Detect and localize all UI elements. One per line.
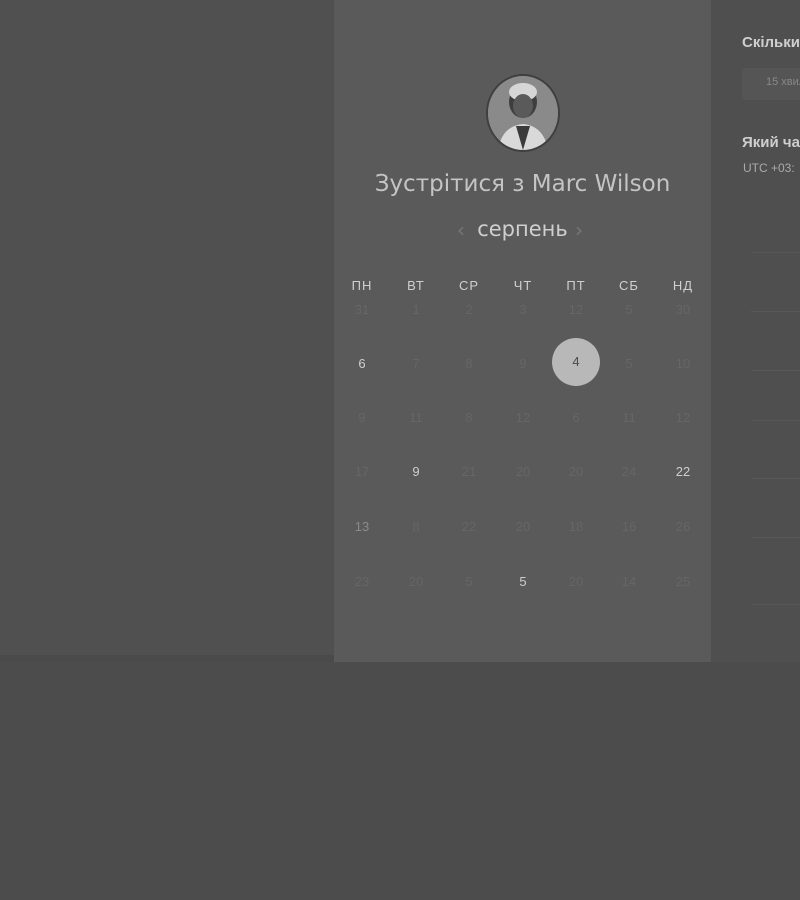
calendar-day[interactable]: 9 [500, 341, 546, 387]
calendar-day[interactable]: 8 [446, 395, 492, 441]
calendar-day-selected[interactable]: 4 [552, 338, 600, 386]
time-slot-divider [751, 537, 800, 538]
time-heading: Який ча [742, 134, 800, 151]
calendar-day[interactable]: 8 [446, 341, 492, 387]
avatar-portrait-icon [488, 76, 558, 150]
time-selection-panel: Скільки 15 хвил Який ча UTC +03: [711, 0, 800, 662]
calendar-day[interactable]: 20 [553, 449, 599, 495]
calendar-day[interactable]: 22 [660, 449, 706, 495]
calendar-day[interactable]: 6 [553, 395, 599, 441]
calendar-panel: Зустрітися з Marc Wilson ‹ серпень › ПН … [334, 0, 711, 662]
time-slot-divider [751, 252, 800, 253]
duration-option-button[interactable]: 15 хвил [742, 68, 800, 100]
time-slot-divider [751, 604, 800, 605]
time-slot-divider [751, 311, 800, 312]
time-slot-divider [751, 420, 800, 421]
meeting-title: Зустрітися з Marc Wilson [374, 171, 671, 197]
calendar-day[interactable]: 23 [339, 559, 385, 605]
calendar-day[interactable]: 11 [393, 395, 439, 441]
calendar-day[interactable]: 16 [606, 504, 652, 550]
calendar-day[interactable]: 1 [393, 287, 439, 333]
left-pane-divider [0, 655, 334, 662]
calendar-day[interactable]: 20 [500, 449, 546, 495]
month-label: серпень [477, 217, 568, 241]
calendar-day[interactable]: 9 [339, 395, 385, 441]
chevron-right-icon[interactable]: › [575, 218, 583, 242]
calendar-day[interactable]: 8 [393, 504, 439, 550]
calendar-day[interactable]: 26 [660, 504, 706, 550]
time-slot-divider [751, 370, 800, 371]
calendar-day[interactable]: 17 [339, 449, 385, 495]
calendar-day[interactable]: 21 [446, 449, 492, 495]
calendar-day[interactable]: 5 [606, 341, 652, 387]
calendar-day[interactable]: 20 [393, 559, 439, 605]
left-pane [0, 0, 334, 655]
calendar-day[interactable]: 12 [553, 287, 599, 333]
calendar-day[interactable]: 6 [339, 341, 385, 387]
calendar-day[interactable]: 5 [606, 287, 652, 333]
calendar-day[interactable]: 5 [500, 559, 546, 605]
calendar-day[interactable]: 5 [446, 559, 492, 605]
calendar-day[interactable]: 18 [553, 504, 599, 550]
calendar-day[interactable]: 30 [660, 287, 706, 333]
calendar-day[interactable]: 31 [339, 287, 385, 333]
timezone-label[interactable]: UTC +03: [743, 161, 795, 175]
calendar-day[interactable]: 9 [393, 449, 439, 495]
calendar-day[interactable]: 12 [500, 395, 546, 441]
avatar [486, 74, 560, 152]
duration-heading: Скільки [742, 34, 800, 51]
calendar-day[interactable]: 25 [660, 559, 706, 605]
calendar-day[interactable]: 14 [606, 559, 652, 605]
calendar-day[interactable]: 11 [606, 395, 652, 441]
calendar-day[interactable]: 7 [393, 341, 439, 387]
calendar-day[interactable]: 10 [660, 341, 706, 387]
calendar-day[interactable]: 24 [606, 449, 652, 495]
duration-option-label: 15 хвил [766, 76, 800, 88]
time-slot-divider [751, 478, 800, 479]
calendar-day[interactable]: 20 [553, 559, 599, 605]
calendar-day[interactable]: 2 [446, 287, 492, 333]
calendar-day[interactable]: 12 [660, 395, 706, 441]
calendar-day[interactable]: 20 [500, 504, 546, 550]
calendar-day[interactable]: 22 [446, 504, 492, 550]
calendar-day[interactable]: 3 [500, 287, 546, 333]
calendar-day[interactable]: 13 [339, 504, 385, 550]
month-navigation: ‹ серпень › [334, 217, 711, 245]
